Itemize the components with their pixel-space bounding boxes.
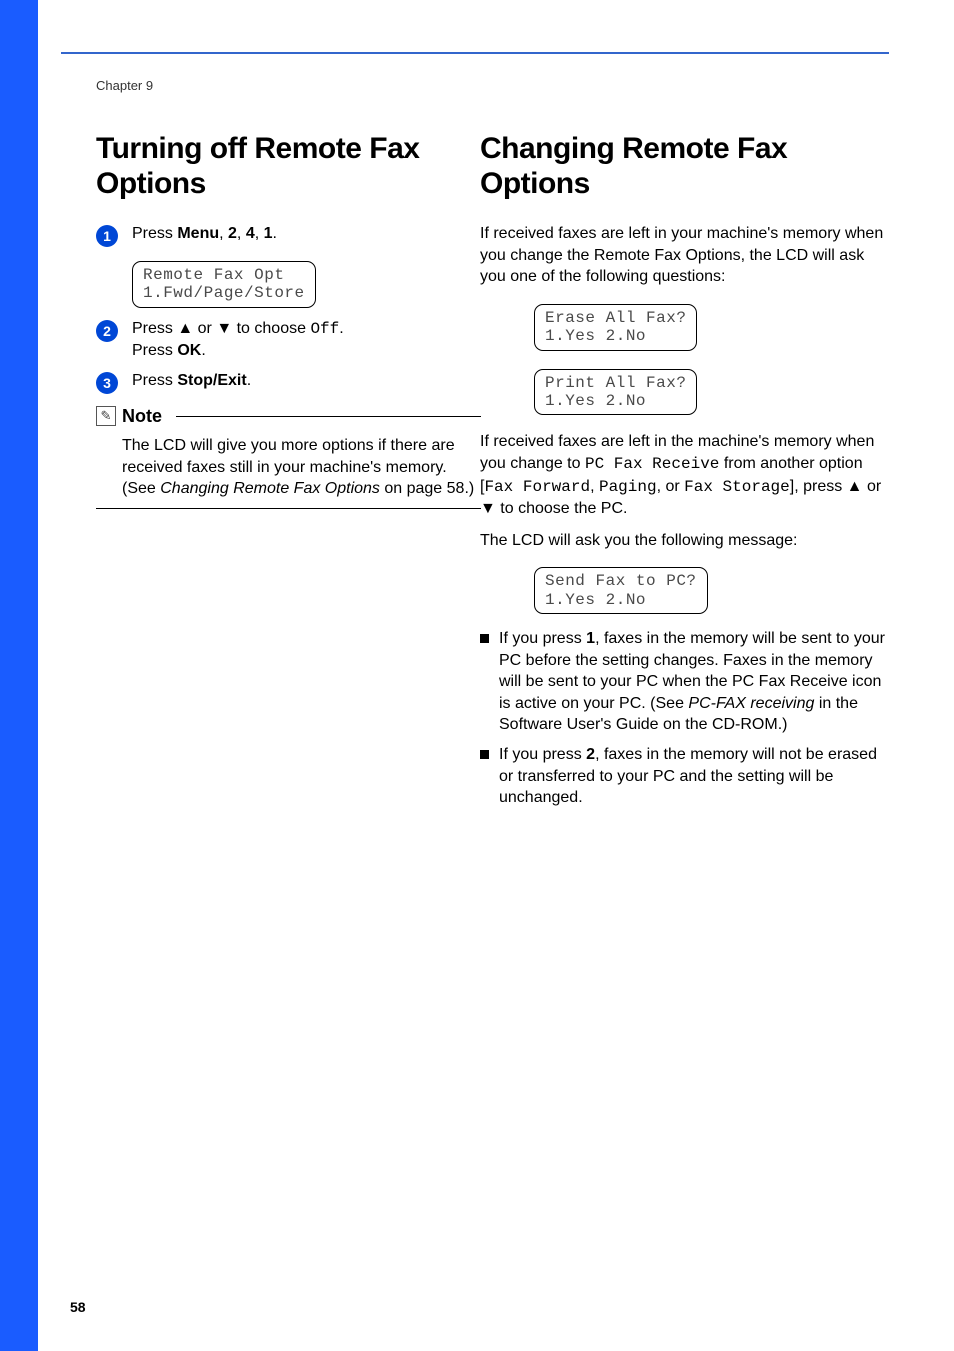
left-column: Turning off Remote Fax Options 1 Press M… bbox=[96, 132, 481, 509]
lcd-erase-all-fax: Erase All Fax? 1.Yes 2.No bbox=[534, 304, 697, 351]
step-3: 3 Press Stop/Exit. bbox=[96, 370, 481, 394]
step-badge-2: 2 bbox=[96, 320, 118, 342]
stop-exit-label: Stop/Exit bbox=[177, 372, 246, 389]
para-pc-fax: If received faxes are left in the machin… bbox=[480, 431, 890, 519]
text: or bbox=[863, 478, 882, 495]
step-badge-3: 3 bbox=[96, 372, 118, 394]
page-number: 58 bbox=[70, 1299, 86, 1315]
bullet-press-1: If you press 1, faxes in the memory will… bbox=[480, 628, 890, 736]
up-arrow-icon: ▲ bbox=[177, 320, 193, 337]
xref-pc-fax-receiving: PC-FAX receiving bbox=[688, 695, 814, 712]
text: , bbox=[237, 225, 246, 242]
lcd-remote-fax-opt: Remote Fax Opt 1.Fwd/Page/Store bbox=[132, 261, 316, 308]
right-column: Changing Remote Fax Options If received … bbox=[480, 132, 890, 817]
key-2: 2 bbox=[586, 746, 595, 763]
text: . bbox=[273, 225, 277, 242]
lcd-send-fax-to-pc: Send Fax to PC? 1.Yes 2.No bbox=[534, 567, 708, 614]
paging: Paging bbox=[599, 478, 657, 496]
text: , bbox=[219, 225, 228, 242]
fax-storage: Fax Storage bbox=[684, 478, 790, 496]
chapter-label: Chapter 9 bbox=[96, 78, 153, 93]
key-2: 2 bbox=[228, 225, 237, 242]
step-3-body: Press Stop/Exit. bbox=[132, 370, 481, 392]
note-icon: ✎ bbox=[96, 406, 116, 426]
square-bullet-icon bbox=[480, 750, 489, 759]
step-2: 2 Press ▲ or ▼ to choose Off. Press OK. bbox=[96, 318, 481, 362]
bullet-body-2: If you press 2, faxes in the memory will… bbox=[499, 744, 890, 809]
top-rule bbox=[61, 52, 889, 54]
fax-forward: Fax Forward bbox=[484, 478, 590, 496]
text: ], press bbox=[790, 478, 847, 495]
note-header: ✎ Note bbox=[96, 406, 481, 427]
text: Press bbox=[132, 342, 177, 359]
text: Press bbox=[132, 225, 177, 242]
down-arrow-icon: ▼ bbox=[480, 500, 496, 517]
text: If you press bbox=[499, 746, 586, 763]
text: Press bbox=[132, 320, 177, 337]
text: Press bbox=[132, 372, 177, 389]
step-badge-1: 1 bbox=[96, 225, 118, 247]
text: to choose bbox=[232, 320, 310, 337]
square-bullet-icon bbox=[480, 634, 489, 643]
step-2-body: Press ▲ or ▼ to choose Off. Press OK. bbox=[132, 318, 481, 362]
note-body: The LCD will give you more options if th… bbox=[122, 435, 481, 500]
heading-changing: Changing Remote Fax Options bbox=[480, 132, 890, 201]
note-block: ✎ Note The LCD will give you more option… bbox=[96, 406, 481, 509]
ok-label: OK bbox=[177, 342, 201, 359]
text: on page 58.) bbox=[380, 480, 474, 497]
down-arrow-icon: ▼ bbox=[216, 320, 232, 337]
note-title: Note bbox=[122, 406, 162, 427]
menu-label: Menu bbox=[177, 225, 219, 242]
key-1: 1 bbox=[264, 225, 273, 242]
pc-fax-receive: PC Fax Receive bbox=[585, 455, 719, 473]
para-lcd-ask: The LCD will ask you the following messa… bbox=[480, 530, 890, 552]
text: to choose the PC. bbox=[496, 500, 628, 517]
text: or bbox=[193, 320, 216, 337]
off-value: Off bbox=[310, 320, 339, 338]
step-1-body: Press Menu, 2, 4, 1. bbox=[132, 223, 481, 245]
heading-turning-off: Turning off Remote Fax Options bbox=[96, 132, 481, 201]
xref-changing-remote-fax: Changing Remote Fax Options bbox=[160, 480, 380, 497]
para-intro: If received faxes are left in your machi… bbox=[480, 223, 890, 288]
step-1: 1 Press Menu, 2, 4, 1. bbox=[96, 223, 481, 247]
bullet-body-1: If you press 1, faxes in the memory will… bbox=[499, 628, 890, 736]
key-4: 4 bbox=[246, 225, 255, 242]
key-1: 1 bbox=[586, 630, 595, 647]
left-blue-strip bbox=[0, 0, 38, 1351]
lcd-print-all-fax: Print All Fax? 1.Yes 2.No bbox=[534, 369, 697, 416]
text: . bbox=[247, 372, 251, 389]
note-rule-bottom bbox=[96, 508, 481, 509]
up-arrow-icon: ▲ bbox=[847, 478, 863, 495]
text: . bbox=[339, 320, 343, 337]
text: If you press bbox=[499, 630, 586, 647]
note-rule-top bbox=[176, 416, 481, 417]
bullet-press-2: If you press 2, faxes in the memory will… bbox=[480, 744, 890, 809]
text: , bbox=[255, 225, 264, 242]
text: , bbox=[590, 478, 599, 495]
text: . bbox=[201, 342, 205, 359]
text: , or bbox=[657, 478, 685, 495]
